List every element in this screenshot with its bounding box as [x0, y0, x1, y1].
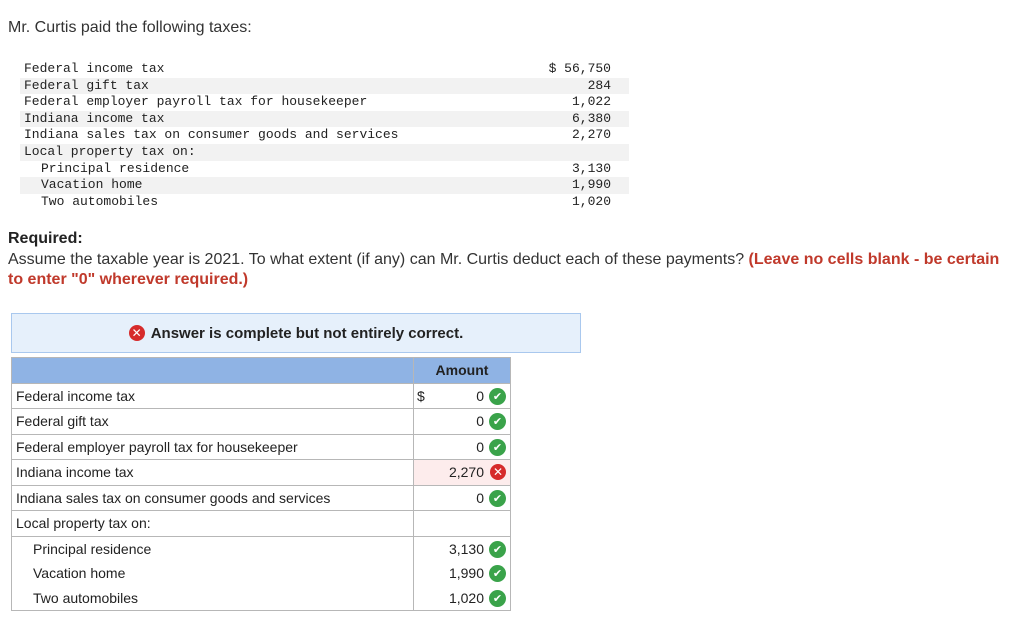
amount-cell[interactable]: 1,990 ✔ [413, 561, 511, 586]
given-value: 1,020 [571, 193, 611, 209]
given-value: 3,130 [571, 160, 611, 176]
given-value [518, 143, 629, 161]
given-value: $ 56,750 [548, 61, 611, 76]
given-row: Federal employer payroll tax for houseke… [20, 94, 629, 111]
answer-label: Federal income tax [11, 382, 414, 409]
amount-value[interactable]: 1,020 [449, 590, 484, 606]
given-row: Federal income tax $ 56,750 [20, 61, 629, 78]
amount-cell[interactable]: 0 ✔ [413, 408, 511, 435]
given-row: Indiana income tax 6,380 [20, 110, 629, 128]
given-taxes-table: Federal income tax $ 56,750 Federal gift … [20, 61, 629, 210]
currency-symbol: $ [417, 387, 425, 404]
answer-label: Indiana income tax [11, 459, 414, 486]
answer-label: Federal employer payroll tax for houseke… [11, 433, 414, 460]
answer-label-header [11, 357, 414, 384]
required-title: Required: [8, 230, 83, 247]
check-icon: ✔ [489, 387, 506, 405]
answer-label: Federal gift tax [11, 408, 414, 435]
given-label: Federal gift tax [20, 77, 519, 95]
amount-value[interactable]: 0 [476, 388, 484, 404]
given-label: Federal income tax [24, 61, 165, 76]
given-label: Indiana income tax [20, 110, 519, 128]
answer-row: Principal residence 3,130 ✔ [11, 536, 511, 561]
intro-text: Mr. Curtis paid the following taxes: [8, 19, 252, 36]
amount-value[interactable]: 0 [476, 413, 484, 429]
result-banner: ✕ Answer is complete but not entirely co… [11, 313, 581, 353]
check-icon: ✔ [489, 489, 506, 507]
amount-value[interactable]: 1,990 [449, 565, 484, 581]
answer-label: Principal residence [11, 536, 414, 561]
x-circle-icon: ✕ [490, 464, 506, 480]
amount-cell[interactable]: 1,020 ✔ [413, 585, 511, 611]
answer-row: Federal gift tax 0 ✔ [11, 408, 511, 435]
answer-label: Vacation home [11, 561, 414, 586]
amount-cell[interactable]: 0 ✔ [413, 484, 511, 511]
given-row: Vacation home 1,990 [20, 177, 629, 194]
answer-row: Two automobiles 1,020 ✔ [11, 585, 511, 611]
check-icon: ✔ [489, 540, 506, 558]
answer-row: Indiana sales tax on consumer goods and … [11, 484, 511, 511]
amount-header: Amount [413, 357, 511, 384]
given-value: 284 [518, 77, 629, 95]
given-value: 6,380 [518, 110, 629, 128]
answer-row: Local property tax on: [11, 510, 511, 537]
given-row: Two automobiles 1,020 [20, 194, 629, 211]
amount-value[interactable]: 3,130 [449, 541, 484, 557]
check-icon: ✔ [489, 413, 506, 430]
answer-label: Two automobiles [11, 585, 414, 611]
answer-label: Indiana sales tax on consumer goods and … [11, 484, 414, 511]
amount-value[interactable]: 0 [476, 490, 484, 506]
result-message: Answer is complete but not entirely corr… [150, 324, 464, 342]
given-label: Indiana sales tax on consumer goods and … [24, 127, 399, 143]
answer-table: Amount Federal income tax $0 ✔ Federal gi… [11, 357, 511, 611]
given-row: Principal residence 3,130 [20, 161, 629, 178]
answer-row: Federal income tax $0 ✔ [11, 382, 511, 409]
given-value: 2,270 [571, 127, 611, 143]
amount-cell[interactable]: 0 ✔ [413, 433, 511, 460]
x-circle-icon: ✕ [128, 325, 145, 341]
given-label: Principal residence [41, 160, 190, 176]
answer-row: Vacation home 1,990 ✔ [11, 561, 511, 586]
given-label: Local property tax on: [20, 143, 519, 161]
given-row: Local property tax on: [20, 143, 629, 161]
amount-cell-empty [413, 510, 511, 537]
required-question: Assume the taxable year is 2021. To what… [8, 251, 745, 268]
given-value: 1,022 [571, 94, 611, 110]
answer-label: Local property tax on: [11, 510, 414, 537]
answer-row: Indiana income tax 2,270 ✕ [11, 459, 511, 486]
given-value: 1,990 [518, 177, 629, 194]
amount-value[interactable]: 2,270 [449, 464, 484, 480]
given-label: Federal employer payroll tax for houseke… [24, 94, 368, 110]
check-icon: ✔ [489, 565, 506, 582]
given-row: Indiana sales tax on consumer goods and … [20, 127, 629, 144]
given-label: Two automobiles [41, 193, 159, 209]
given-label: Vacation home [20, 177, 519, 194]
required-text: Assume the taxable year is 2021. To what… [8, 250, 1018, 290]
amount-cell[interactable]: 3,130 ✔ [413, 536, 511, 561]
amount-cell[interactable]: $0 ✔ [413, 382, 511, 409]
amount-value[interactable]: 0 [476, 439, 484, 455]
answer-header-row: Amount [11, 357, 511, 384]
amount-cell[interactable]: 2,270 ✕ [413, 459, 511, 486]
check-icon: ✔ [489, 438, 506, 456]
given-row: Federal gift tax 284 [20, 77, 629, 95]
check-icon: ✔ [489, 589, 506, 607]
answer-row: Federal employer payroll tax for houseke… [11, 433, 511, 460]
